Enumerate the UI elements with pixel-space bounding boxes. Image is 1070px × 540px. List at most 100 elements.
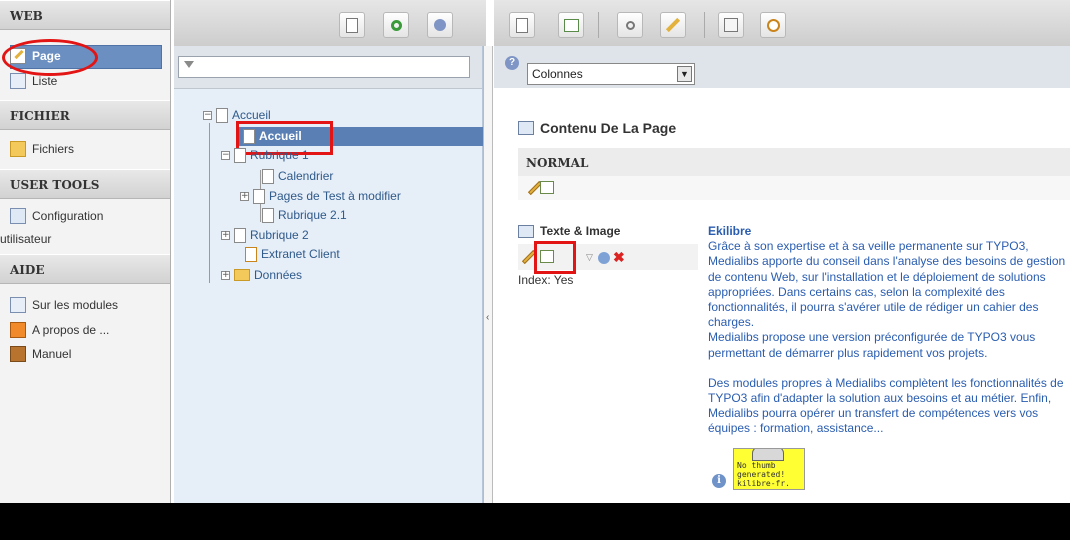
tree-item-pages-de-test-label: Pages de Test à modifier	[269, 189, 401, 203]
typo3-backend: WEB Page Liste FICHIER Fichiers USER TOO…	[0, 0, 1070, 503]
columns-select-value: Colonnes	[532, 67, 583, 81]
expand-icon[interactable]: +	[221, 270, 230, 280]
magnifier-icon	[625, 20, 635, 30]
module-item-configuration-line2[interactable]: utilisateur	[0, 229, 51, 249]
module-item-manuel-label: Manuel	[32, 347, 72, 361]
module-menu: WEB Page Liste FICHIER Fichiers USER TOO…	[0, 0, 171, 503]
root-page-icon	[216, 107, 228, 123]
help-icon[interactable]: ?	[505, 56, 519, 70]
tree-item-rubrique-2-1-label: Rubrique 2.1	[278, 208, 347, 222]
content-paragraph: Des modules propres à Medialibs complète…	[708, 375, 1064, 436]
module-item-sur-les-modules-label: Sur les modules	[32, 298, 119, 312]
tree-item-calendrier-label: Calendrier	[278, 169, 334, 183]
module-item-a-propos[interactable]: A propos de ...	[10, 320, 109, 340]
content-element-index: Index: Yes	[518, 273, 574, 287]
collapse-icon[interactable]: −	[203, 110, 212, 120]
red-highlight-oval	[2, 39, 98, 76]
module-item-fichiers-label: Fichiers	[32, 142, 75, 156]
black-bottom-band	[0, 503, 1070, 540]
content-element-text: Ekilibre Grâce à son expertise et à sa v…	[708, 224, 1070, 437]
module-item-configuration-label: Configuration	[32, 209, 104, 223]
filter-icon	[184, 61, 194, 68]
page-icon	[253, 188, 265, 204]
page-icon	[262, 207, 274, 223]
new-record-button[interactable]	[509, 12, 535, 38]
manual-icon	[10, 346, 26, 362]
column-actions	[518, 176, 1070, 200]
move-icon	[724, 18, 738, 32]
new-page-icon	[346, 17, 358, 33]
files-icon	[10, 141, 26, 157]
section-header-web: WEB	[0, 0, 170, 30]
content-paragraph: Medialibs propose une version préconfigu…	[708, 330, 1036, 360]
page-content-icon	[518, 121, 534, 135]
content-paragraph: Grâce à son expertise et à sa veille per…	[708, 239, 1066, 330]
panel-splitter[interactable]	[483, 46, 493, 503]
columns-select[interactable]: Colonnes ▼	[527, 63, 695, 85]
text-image-icon	[518, 224, 534, 238]
info-icon[interactable]: i	[712, 474, 726, 488]
list-icon	[10, 73, 26, 89]
page-icon	[234, 227, 246, 243]
module-item-configuration[interactable]: Configuration	[10, 206, 103, 226]
tree-item-rubrique-2[interactable]: + Rubrique 2	[221, 226, 309, 244]
column-header-normal: NORMAL	[518, 148, 1070, 176]
tree-item-rubrique-2-label: Rubrique 2	[250, 228, 309, 242]
thumbnail-text: No thumb generated! kilibre-fr.	[737, 461, 790, 488]
toolbar-separator-2	[704, 12, 705, 38]
module-item-manuel[interactable]: Manuel	[10, 344, 71, 364]
move-down-icon[interactable]: ▽	[586, 252, 593, 263]
about-icon	[10, 322, 26, 338]
tree-item-pages-de-test[interactable]: + Pages de Test à modifier	[240, 187, 401, 205]
module-item-sur-les-modules[interactable]: Sur les modules	[10, 295, 118, 315]
page-title-text: Contenu De La Page	[540, 120, 677, 136]
move-page-button[interactable]	[718, 12, 744, 38]
delete-icon[interactable]: ✖	[613, 249, 625, 266]
expand-icon[interactable]: +	[221, 230, 230, 240]
tree-line	[209, 123, 210, 283]
collapse-icon[interactable]: −	[221, 150, 230, 160]
external-link-page-icon	[245, 246, 257, 262]
tree-item-calendrier[interactable]: Calendrier	[262, 167, 333, 185]
help-icon	[434, 19, 446, 31]
page-title: Contenu De La Page	[518, 120, 676, 136]
edit-page-button[interactable]	[660, 12, 686, 38]
tree-filter-input[interactable]	[178, 56, 470, 78]
content-element-header: Texte & Image	[518, 224, 620, 238]
red-highlight-box	[534, 241, 576, 274]
view-button[interactable]	[617, 12, 643, 38]
tree-item-rubrique-2-1[interactable]: Rubrique 2.1	[262, 206, 347, 224]
collapse-arrow-icon[interactable]: ‹	[486, 312, 489, 323]
new-record-icon	[516, 17, 528, 33]
new-content-icon[interactable]	[540, 181, 554, 194]
tree-item-rubrique-1-label: Rubrique 1	[250, 148, 309, 162]
pencil-icon	[665, 17, 681, 33]
new-page-button[interactable]	[339, 12, 365, 38]
modules-help-icon	[10, 297, 26, 313]
thumbnail-placeholder: No thumb generated! kilibre-fr.	[733, 448, 805, 490]
section-header-fichier: FICHIER	[0, 100, 170, 130]
content-element-title: Ekilibre	[708, 224, 752, 238]
expand-icon[interactable]: +	[240, 191, 249, 201]
toolbar-separator	[598, 12, 599, 38]
tree-item-extranet-label: Extranet Client	[261, 247, 340, 261]
new-content-button[interactable]	[558, 12, 584, 38]
module-item-fichiers[interactable]: Fichiers	[10, 139, 74, 159]
folder-icon	[234, 269, 250, 281]
hide-icon[interactable]	[598, 252, 610, 264]
page-icon	[262, 168, 274, 184]
history-button[interactable]	[760, 12, 786, 38]
tree-item-donnees[interactable]: + Données	[221, 266, 302, 284]
dropdown-arrow-icon: ▼	[677, 66, 692, 82]
module-item-a-propos-label: A propos de ...	[32, 323, 110, 337]
tree-item-extranet[interactable]: Extranet Client	[245, 245, 340, 263]
section-header-aide: AIDE	[0, 254, 170, 284]
new-content-icon	[563, 18, 579, 32]
refresh-button[interactable]	[383, 12, 409, 38]
tree-item-donnees-label: Données	[254, 268, 303, 282]
help-button[interactable]	[427, 12, 453, 38]
section-header-user-tools: USER TOOLS	[0, 169, 170, 199]
content-element-type: Texte & Image	[540, 224, 621, 238]
tree-item-rubrique-1[interactable]: − Rubrique 1	[221, 146, 309, 164]
clock-icon	[766, 18, 780, 32]
